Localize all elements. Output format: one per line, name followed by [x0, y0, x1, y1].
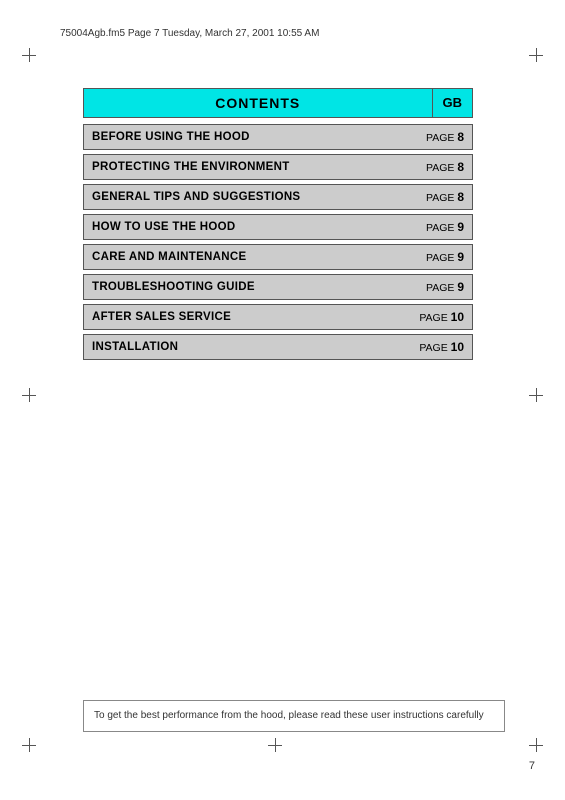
toc-page: PAGE 8: [426, 130, 464, 144]
toc-row: AFTER SALES SERVICE PAGE 10: [83, 304, 473, 330]
footer-note-text: To get the best performance from the hoo…: [94, 710, 484, 721]
toc-page: PAGE 8: [426, 160, 464, 174]
crosshair-bot-right: [529, 738, 543, 752]
toc-row: CARE AND MAINTENANCE PAGE 9: [83, 244, 473, 270]
crosshair-bot-mid: [268, 738, 282, 752]
toc-row: GENERAL TIPS AND SUGGESTIONS PAGE 8: [83, 184, 473, 210]
toc-label: BEFORE USING THE HOOD: [92, 131, 250, 143]
toc-page: PAGE 9: [426, 220, 464, 234]
toc-label: PROTECTING THE ENVIRONMENT: [92, 161, 290, 173]
toc-label: GENERAL TIPS AND SUGGESTIONS: [92, 191, 300, 203]
toc-row: PROTECTING THE ENVIRONMENT PAGE 8: [83, 154, 473, 180]
toc-container: BEFORE USING THE HOODPAGE 8PROTECTING TH…: [83, 124, 473, 360]
contents-header: CONTENTS GB: [83, 88, 473, 118]
page-number: 7: [529, 760, 535, 772]
toc-page: PAGE 8: [426, 190, 464, 204]
crosshair-bot-left: [22, 738, 36, 752]
toc-label: AFTER SALES SERVICE: [92, 311, 231, 323]
contents-gb-label: GB: [433, 88, 474, 118]
crosshair-mid-left: [22, 388, 36, 402]
toc-page: PAGE 9: [426, 280, 464, 294]
toc-page: PAGE 10: [419, 310, 464, 324]
page: 75004Agb.fm5 Page 7 Tuesday, March 27, 2…: [0, 0, 565, 800]
toc-label: HOW TO USE THE HOOD: [92, 221, 236, 233]
header-bar: 75004Agb.fm5 Page 7 Tuesday, March 27, 2…: [60, 28, 535, 39]
toc-row: INSTALLATION PAGE 10: [83, 334, 473, 360]
toc-row: TROUBLESHOOTING GUIDE PAGE 9: [83, 274, 473, 300]
toc-page: PAGE 9: [426, 250, 464, 264]
contents-title: CONTENTS: [83, 88, 433, 118]
toc-label: INSTALLATION: [92, 341, 178, 353]
crosshair-mid-right: [529, 388, 543, 402]
footer-note: To get the best performance from the hoo…: [83, 700, 505, 732]
crosshair-top-right: [529, 48, 543, 62]
header-filename: 75004Agb.fm5 Page 7 Tuesday, March 27, 2…: [60, 28, 319, 39]
toc-label: TROUBLESHOOTING GUIDE: [92, 281, 255, 293]
toc-row: BEFORE USING THE HOOD PAGE 8: [83, 124, 473, 150]
crosshair-top-left: [22, 48, 36, 62]
toc-label: CARE AND MAINTENANCE: [92, 251, 246, 263]
toc-page: PAGE 10: [419, 340, 464, 354]
toc-row: HOW TO USE THE HOOD PAGE 9: [83, 214, 473, 240]
content-area: CONTENTS GB BEFORE USING THE HOODPAGE 8P…: [83, 88, 473, 364]
